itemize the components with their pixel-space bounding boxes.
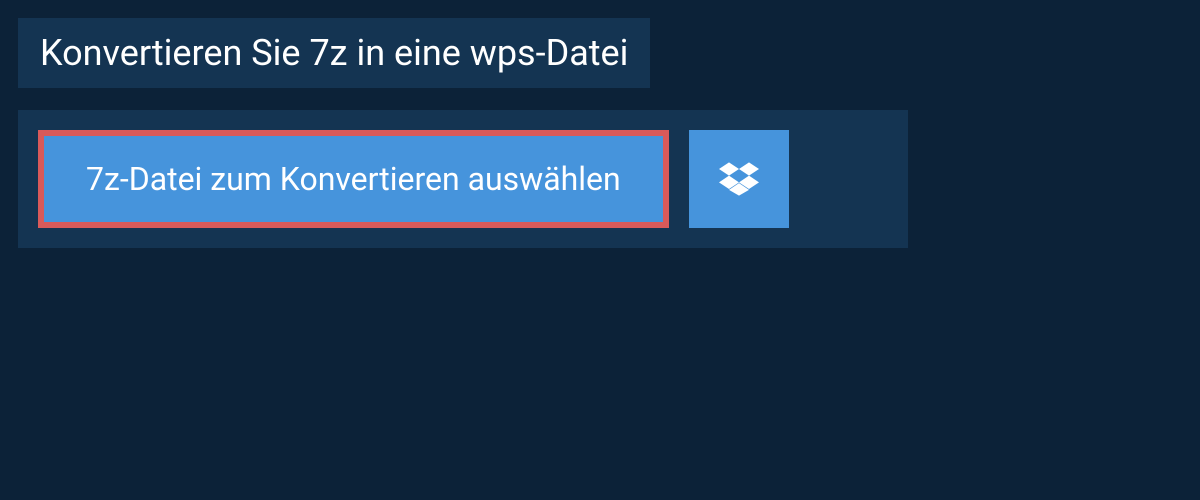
dropbox-button[interactable]: [689, 130, 789, 228]
select-file-button[interactable]: 7z-Datei zum Konvertieren auswählen: [44, 136, 663, 222]
page-title: Konvertieren Sie 7z in eine wps-Datei: [40, 32, 628, 74]
main-container: Konvertieren Sie 7z in eine wps-Datei 7z…: [0, 0, 1200, 248]
upload-panel: 7z-Datei zum Konvertieren auswählen: [18, 110, 908, 248]
select-file-highlight: 7z-Datei zum Konvertieren auswählen: [38, 130, 669, 228]
title-bar: Konvertieren Sie 7z in eine wps-Datei: [18, 18, 650, 88]
dropbox-icon: [719, 159, 759, 199]
